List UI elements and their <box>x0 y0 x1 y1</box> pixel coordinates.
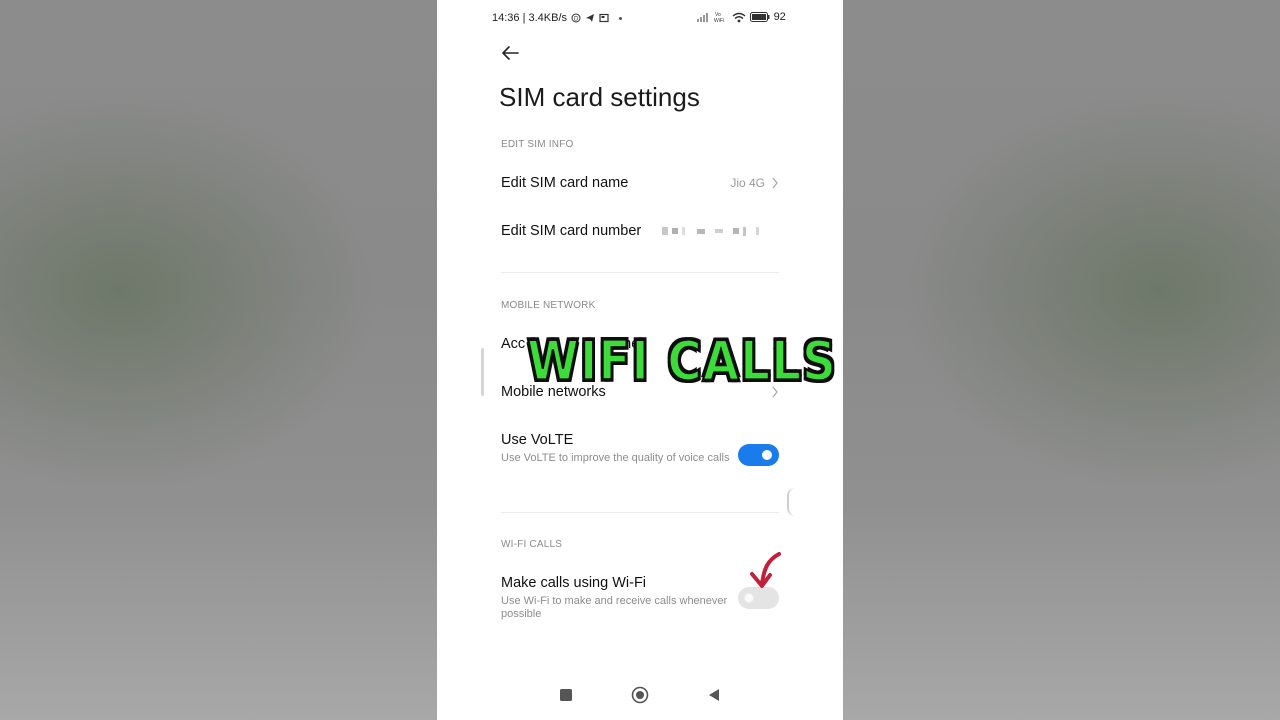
side-handle[interactable] <box>787 488 795 516</box>
battery-icon <box>749 12 770 22</box>
status-right: Vo WiFi 92 <box>696 11 788 23</box>
edit-sim-number-row[interactable]: Edit SIM card number <box>501 209 779 253</box>
navigation-bar <box>437 676 843 720</box>
back-arrow-icon[interactable] <box>499 42 521 64</box>
section-header-mobile-network: MOBILE NETWORK <box>501 300 596 311</box>
status-left: 14:36 | 3.4KB/s D <box>492 12 623 24</box>
wifi-icon <box>732 12 746 22</box>
wifi-call-subtitle: Use Wi-Fi to make and receive calls when… <box>501 595 728 620</box>
scroll-indicator[interactable] <box>481 348 484 396</box>
edit-sim-name-label: Edit SIM card name <box>501 175 629 191</box>
status-dot-icon <box>619 16 623 20</box>
chevron-right-icon <box>772 177 778 189</box>
home-circle-icon[interactable] <box>631 686 649 704</box>
use-volte-row[interactable]: Use VoLTE Use VoLTE to improve the quali… <box>501 432 779 482</box>
volte-subtitle: Use VoLTE to improve the quality of voic… <box>501 452 730 464</box>
wifi-calls-row[interactable]: Make calls using Wi-Fi Use Wi-Fi to make… <box>501 575 779 625</box>
wifi-call-title: Make calls using Wi-Fi <box>501 575 647 591</box>
divider <box>501 512 779 513</box>
volte-toggle[interactable] <box>738 444 779 466</box>
vowifi-icon: VoWiFi <box>714 12 724 23</box>
sim-name-value: Jio 4G <box>730 176 765 190</box>
data-saver-icon: D <box>571 13 581 23</box>
volte-title: Use VoLTE <box>501 432 574 448</box>
page-title: SIM card settings <box>499 82 700 112</box>
back-triangle-icon[interactable] <box>707 688 721 702</box>
recents-square-icon[interactable] <box>559 688 573 702</box>
access-point-label-head: Acc <box>501 336 526 352</box>
red-arrow-icon <box>750 552 781 588</box>
edit-sim-name-row[interactable]: Edit SIM card name Jio 4G <box>501 161 779 205</box>
telegram-icon <box>586 14 595 22</box>
edit-sim-number-label: Edit SIM card number <box>501 223 642 239</box>
svg-text:D: D <box>574 17 579 23</box>
toggle-knob <box>762 450 772 460</box>
news-icon <box>599 13 609 23</box>
battery-percent: 92 <box>773 11 788 23</box>
section-header-edit-sim-info: EDIT SIM INFO <box>501 139 574 150</box>
section-header-wifi-calls: WI-FI CALLS <box>501 539 563 550</box>
signal-icon <box>696 13 708 22</box>
wifi-calls-caption: WIFI CALLS <box>526 329 837 395</box>
status-bar: 14:36 | 3.4KB/s D Vo WiFi 92 <box>437 0 843 36</box>
divider <box>501 272 779 273</box>
edit-sim-name-value-group: Jio 4G <box>730 176 779 190</box>
masked-sim-number <box>662 226 759 236</box>
svg-text:WiFi: WiFi <box>714 18 724 23</box>
status-time-speed: 14:36 | 3.4KB/s <box>492 12 568 24</box>
